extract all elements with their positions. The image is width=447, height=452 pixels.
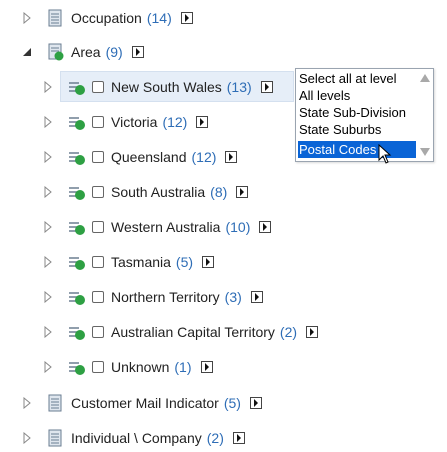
node-menu-button[interactable] <box>202 256 215 268</box>
node-count: (12) <box>191 149 217 165</box>
document-icon <box>47 429 65 447</box>
node-label: Area <box>71 44 101 60</box>
expand-triangle-icon[interactable] <box>21 12 33 24</box>
expand-triangle-icon[interactable] <box>42 326 54 338</box>
tree-node-new-south-wales[interactable]: New South Wales (13) <box>42 74 273 100</box>
scroll-up-arrow-icon <box>420 74 430 82</box>
level-list-icon <box>68 113 86 131</box>
node-menu-button[interactable] <box>250 291 263 303</box>
node-count: (8) <box>210 184 228 200</box>
node-menu-button[interactable] <box>260 81 273 93</box>
node-count: (14) <box>146 10 172 26</box>
dropdown-scrollbar[interactable] <box>417 69 433 161</box>
dropdown-option-select-all[interactable]: Select all at level <box>298 70 397 87</box>
level-list-icon <box>68 218 86 236</box>
tree-node-occupation[interactable]: Occupation (14) <box>21 5 193 31</box>
level-list-icon <box>68 148 86 166</box>
checkbox[interactable] <box>92 221 104 233</box>
checkbox[interactable] <box>92 361 104 373</box>
checkbox[interactable] <box>92 326 104 338</box>
node-label: Individual \ Company <box>71 430 202 446</box>
node-label: Australian Capital Territory <box>111 324 275 340</box>
node-label: Northern Territory <box>111 289 220 305</box>
mouse-cursor-icon <box>378 143 392 167</box>
document-icon <box>47 394 65 412</box>
node-count: (1) <box>174 359 192 375</box>
tree-node-unknown[interactable]: Unknown (1) <box>42 354 213 380</box>
node-count: (9) <box>105 44 123 60</box>
node-menu-button[interactable] <box>196 116 209 128</box>
level-list-icon <box>68 183 86 201</box>
checkbox[interactable] <box>92 186 104 198</box>
tree-node-customer-mail-indicator[interactable]: Customer Mail Indicator (5) <box>21 390 262 416</box>
dropdown-option-state-suburbs[interactable]: State Suburbs <box>298 121 381 138</box>
level-select-dropdown[interactable]: Select all at level All levels State Sub… <box>295 68 434 162</box>
node-label: Tasmania <box>111 254 171 270</box>
dropdown-option-all-levels[interactable]: All levels <box>298 87 350 104</box>
tree-node-victoria[interactable]: Victoria (12) <box>42 109 209 135</box>
expand-triangle-icon[interactable] <box>21 397 33 409</box>
level-list-icon <box>68 78 86 96</box>
node-count: (3) <box>224 289 242 305</box>
expand-triangle-icon[interactable] <box>42 256 54 268</box>
level-list-icon <box>68 253 86 271</box>
node-menu-button[interactable] <box>259 221 272 233</box>
checkbox[interactable] <box>92 81 104 93</box>
tree-node-south-australia[interactable]: South Australia (8) <box>42 179 249 205</box>
node-label: Occupation <box>71 10 142 26</box>
node-label: Queensland <box>111 149 187 165</box>
checkbox[interactable] <box>92 291 104 303</box>
node-menu-button[interactable] <box>200 361 213 373</box>
tree-node-area[interactable]: Area (9) <box>21 39 144 65</box>
level-list-icon <box>68 288 86 306</box>
area-document-icon <box>47 43 65 61</box>
collapse-triangle-icon[interactable] <box>21 46 33 58</box>
expand-triangle-icon[interactable] <box>42 291 54 303</box>
node-menu-button[interactable] <box>306 326 319 338</box>
node-label: New South Wales <box>111 79 222 95</box>
node-count: (13) <box>226 79 252 95</box>
checkbox[interactable] <box>92 151 104 163</box>
expand-triangle-icon[interactable] <box>42 151 54 163</box>
scroll-down-arrow-icon <box>420 148 430 156</box>
node-label: Customer Mail Indicator <box>71 395 219 411</box>
node-menu-button[interactable] <box>180 12 193 24</box>
node-label: Unknown <box>111 359 170 375</box>
node-menu-button[interactable] <box>232 432 245 444</box>
level-list-icon <box>68 323 86 341</box>
tree-node-western-australia[interactable]: Western Australia (10) <box>42 214 272 240</box>
checkbox[interactable] <box>92 116 104 128</box>
expand-triangle-icon[interactable] <box>42 116 54 128</box>
node-menu-button[interactable] <box>236 186 249 198</box>
node-count: (12) <box>162 114 188 130</box>
node-count: (2) <box>279 324 298 340</box>
node-label: Western Australia <box>111 219 221 235</box>
node-menu-button[interactable] <box>225 151 238 163</box>
node-count: (5) <box>175 254 194 270</box>
tree-node-northern-territory[interactable]: Northern Territory (3) <box>42 284 263 310</box>
node-menu-button[interactable] <box>131 46 144 58</box>
node-count: (10) <box>225 219 251 235</box>
tree-node-tasmania[interactable]: Tasmania (5) <box>42 249 215 275</box>
expand-triangle-icon[interactable] <box>21 432 33 444</box>
node-count: (2) <box>206 430 224 446</box>
node-label: Victoria <box>111 114 158 130</box>
node-menu-button[interactable] <box>249 397 262 409</box>
checkbox[interactable] <box>92 256 104 268</box>
dropdown-option-postal-codes[interactable]: Postal Codes <box>298 141 416 158</box>
document-icon <box>47 9 65 27</box>
expand-triangle-icon[interactable] <box>42 186 54 198</box>
expand-triangle-icon[interactable] <box>42 221 54 233</box>
expand-triangle-icon[interactable] <box>42 361 54 373</box>
tree-node-australian-capital-territory[interactable]: Australian Capital Territory (2) <box>42 319 319 345</box>
expand-triangle-icon[interactable] <box>42 81 54 93</box>
dropdown-option-state-sub-division[interactable]: State Sub-Division <box>298 104 406 121</box>
tree-node-individual-company[interactable]: Individual \ Company (2) <box>21 425 245 451</box>
level-list-icon <box>68 358 86 376</box>
node-count: (5) <box>223 395 241 411</box>
node-label: South Australia <box>111 184 206 200</box>
tree-node-queensland[interactable]: Queensland (12) <box>42 144 238 170</box>
